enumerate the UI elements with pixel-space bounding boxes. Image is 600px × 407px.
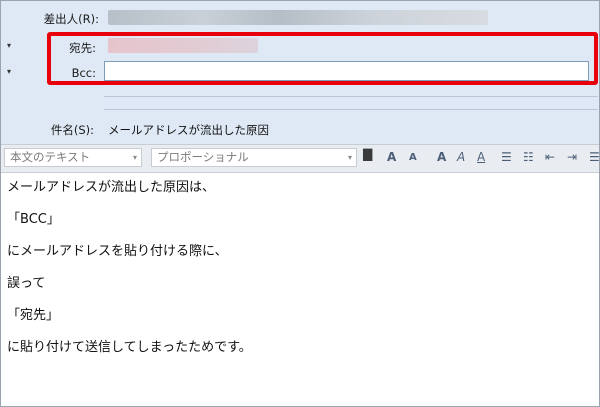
divider [104, 109, 598, 110]
subject-input[interactable]: メールアドレスが流出した原因 [108, 122, 269, 138]
outdent-icon[interactable]: ⇤ [545, 150, 555, 164]
from-address-blurred[interactable] [108, 10, 488, 25]
paragraph-style-value: 本文のテキスト [10, 150, 91, 164]
bullet-list-icon[interactable]: ☰ [501, 150, 512, 164]
divider [104, 96, 598, 97]
text-color-icon[interactable]: ▇ [363, 147, 372, 161]
chevron-down-icon: ▾ [347, 153, 352, 162]
format-toolbar: 本文のテキスト ▾ プロポーショナル ▾ ▇ A A A A A ☰ ☷ ⇤ ⇥… [1, 144, 600, 173]
bold-icon[interactable]: A [437, 150, 446, 164]
numbered-list-icon[interactable]: ☷ [523, 150, 534, 164]
compose-window: 差出人(R): ▾ 宛先: ▾ Bcc: 件名(S): メールアドレスが流出した… [0, 0, 600, 407]
body-line: に貼り付けて送信してしまったためです。 [7, 340, 252, 355]
bcc-dropdown-icon[interactable]: ▾ [7, 67, 17, 77]
shrink-font-icon[interactable]: A [409, 152, 417, 163]
from-label: 差出人(R): [43, 12, 99, 26]
compose-header: 差出人(R): ▾ 宛先: ▾ Bcc: 件名(S): メールアドレスが流出した… [1, 1, 599, 144]
to-dropdown-icon[interactable]: ▾ [7, 41, 17, 51]
message-body[interactable]: メールアドレスが流出した原因は、 「BCC」 にメールアドレスを貼り付ける際に、… [7, 174, 252, 366]
font-value: プロポーショナル [157, 150, 249, 164]
highlight-box [47, 32, 598, 85]
body-line: 「宛先」 [7, 308, 60, 323]
paragraph-style-select[interactable]: 本文のテキスト ▾ [4, 148, 142, 167]
grow-font-icon[interactable]: A [387, 150, 396, 164]
italic-icon[interactable]: A [457, 150, 465, 164]
body-line: メールアドレスが流出した原因は、 [7, 180, 216, 195]
underline-icon[interactable]: A [477, 150, 485, 164]
more-options-icon[interactable]: ☰ [589, 150, 600, 164]
font-select[interactable]: プロポーショナル ▾ [151, 148, 357, 167]
body-line: 「BCC」 [7, 212, 60, 227]
chevron-down-icon: ▾ [132, 153, 137, 162]
body-line: にメールアドレスを貼り付ける際に、 [7, 244, 228, 259]
indent-icon[interactable]: ⇥ [567, 150, 577, 164]
body-line: 誤って [7, 276, 46, 291]
subject-label: 件名(S): [50, 123, 94, 137]
